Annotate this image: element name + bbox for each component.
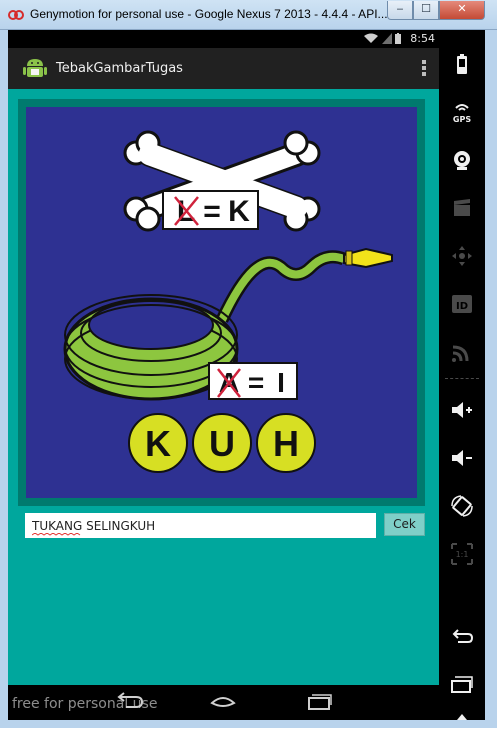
svg-text:ID: ID <box>456 301 468 312</box>
back-icon <box>452 629 474 643</box>
window-minimize-button[interactable]: ‒ <box>387 1 413 20</box>
letter-2: U <box>209 423 235 464</box>
webcam-icon <box>454 151 470 170</box>
nav-recent-apps-icon[interactable] <box>304 691 334 711</box>
rotate-icon <box>451 495 473 517</box>
android-screen: 8:54 TebakGambarTugas = K = I K U H TUKA… <box>8 30 439 720</box>
window-frame-bottom <box>0 720 497 728</box>
status-icons <box>364 33 401 47</box>
overflow-menu-icon[interactable] <box>421 59 427 79</box>
dpad-icon <box>452 246 472 266</box>
puzzle-illustration: L = K <box>63 130 393 473</box>
media-tool <box>439 188 485 228</box>
wifi-icon <box>364 33 378 43</box>
battery-status-icon <box>395 33 401 44</box>
battery-icon <box>457 54 467 74</box>
android-app-icon[interactable] <box>22 55 48 81</box>
window-frame-left <box>0 30 8 728</box>
status-bar: 8:54 <box>8 30 439 48</box>
window-titlebar[interactable]: Genymotion for personal use - Google Nex… <box>0 0 497 30</box>
nav-back-icon[interactable] <box>114 691 144 711</box>
maximize-icon: ☐ <box>421 2 431 15</box>
window-close-button[interactable]: ✕ <box>439 1 485 20</box>
gps-icon: GPS <box>453 104 471 124</box>
puzzle-image: L = K <box>26 107 417 498</box>
home-icon <box>457 714 467 720</box>
clue-2-equals: = <box>248 367 264 398</box>
puzzle-frame: L = K <box>18 99 425 506</box>
clue-1-replacement-letter: K <box>228 195 250 228</box>
cast-tool <box>439 332 485 372</box>
home-tool[interactable] <box>439 700 485 740</box>
clue-2-replacement-letter: I <box>277 367 285 398</box>
svg-text:1:1: 1:1 <box>456 550 469 559</box>
media-icon <box>454 199 470 216</box>
cast-icon <box>452 345 469 362</box>
battery-tool[interactable] <box>439 44 485 84</box>
webcam-tool[interactable] <box>439 140 485 180</box>
signal-icon <box>381 33 392 44</box>
close-icon: ✕ <box>457 2 467 15</box>
nav-home-icon[interactable] <box>208 691 238 711</box>
genymotion-side-toolbar: GPS ID 1:1 <box>439 30 485 720</box>
dpad-tool <box>439 236 485 276</box>
scale-icon: 1:1 <box>451 543 473 565</box>
rotate-tool[interactable] <box>439 486 485 526</box>
gps-tool[interactable]: GPS <box>439 92 485 132</box>
minimize-icon: ‒ <box>396 2 404 15</box>
action-bar: TebakGambarTugas <box>8 48 439 89</box>
window-frame-right <box>485 30 497 728</box>
back-tool[interactable] <box>439 616 485 656</box>
check-answer-button[interactable]: Cek <box>384 513 425 536</box>
clue-1-equals: = <box>203 195 221 228</box>
spellcheck-underline <box>32 533 81 536</box>
genymotion-logo-icon <box>8 10 24 20</box>
volume-down-tool[interactable] <box>439 438 485 478</box>
scale-tool: 1:1 <box>439 534 485 574</box>
android-nav-bar: free for personal use <box>8 685 439 720</box>
volume-down-icon <box>452 450 472 466</box>
id-icon: ID <box>452 295 472 313</box>
letter-1: K <box>145 423 171 464</box>
recent-apps-tool[interactable] <box>439 664 485 704</box>
volume-up-tool[interactable] <box>439 390 485 430</box>
toolbar-divider <box>445 378 479 379</box>
volume-up-icon <box>452 402 472 418</box>
id-tool: ID <box>439 284 485 324</box>
letter-3: H <box>273 423 299 464</box>
status-time: 8:54 <box>410 32 435 45</box>
window-title: Genymotion for personal use - Google Nex… <box>30 7 388 21</box>
recent-apps-icon <box>451 676 473 693</box>
main-content: L = K <box>8 89 439 685</box>
window-maximize-button[interactable]: ☐ <box>413 1 439 20</box>
svg-text:GPS: GPS <box>453 115 471 124</box>
app-title: TebakGambarTugas <box>56 61 183 76</box>
